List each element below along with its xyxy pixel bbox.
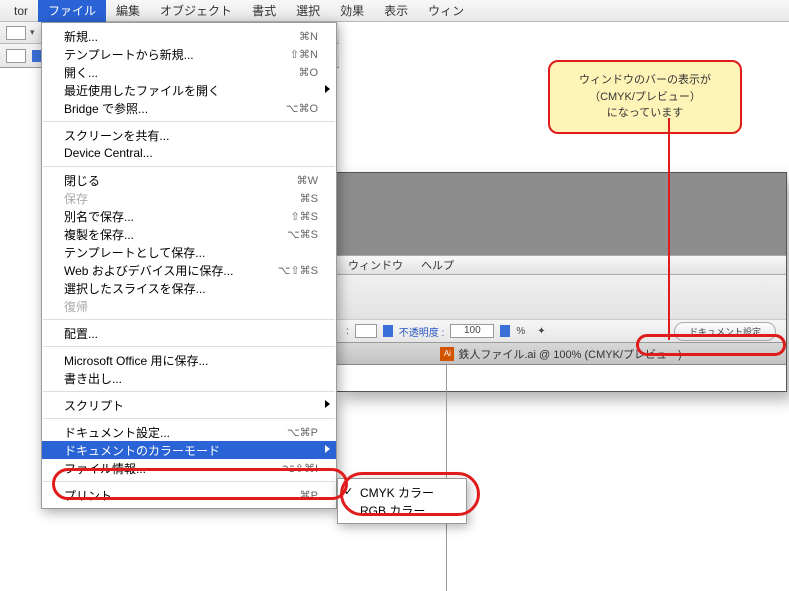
- menu-type[interactable]: 書式: [242, 0, 286, 22]
- opacity-input[interactable]: 100: [450, 324, 494, 338]
- checkmark-icon: ✓: [344, 485, 353, 498]
- chevron-right-icon: [325, 85, 330, 93]
- menu-item-new-from-template[interactable]: テンプレートから新規...⇧⌘N: [42, 45, 336, 63]
- menu-separator: [43, 481, 335, 482]
- menu-item-save-for-web[interactable]: Web およびデバイス用に保存...⌥⇧⌘S: [42, 261, 336, 279]
- callout-connector: [668, 118, 670, 340]
- canvas-area[interactable]: [336, 365, 786, 391]
- menu-item-browse-bridge[interactable]: Bridge で参照...⌥⌘O: [42, 99, 336, 117]
- fill-swatch[interactable]: [6, 49, 26, 63]
- menu-item-new[interactable]: 新規...⌘N: [42, 27, 336, 45]
- menu-item-scripts[interactable]: スクリプト: [42, 396, 336, 414]
- menu-separator: [43, 319, 335, 320]
- menu-item-save-for-office[interactable]: Microsoft Office 用に保存...: [42, 351, 336, 369]
- percent-label: %: [516, 326, 525, 337]
- doc-options-bar: : 不透明度 : 100 % ✦ ドキュメント設定: [336, 319, 786, 343]
- document-settings-button[interactable]: ドキュメント設定: [674, 322, 776, 341]
- submenu-item-rgb[interactable]: RGB カラー: [338, 501, 466, 519]
- menu-file[interactable]: ファイル: [38, 0, 106, 22]
- menu-item-save-copy[interactable]: 複製を保存...⌥⌘S: [42, 225, 336, 243]
- opacity-label[interactable]: 不透明度 :: [399, 324, 445, 339]
- menu-item-export[interactable]: 書き出し...: [42, 369, 336, 387]
- submenu-item-cmyk[interactable]: ✓ CMYK カラー: [338, 483, 466, 501]
- menu-item-open[interactable]: 開く...⌘O: [42, 63, 336, 81]
- menu-item-close[interactable]: 閉じる⌘W: [42, 171, 336, 189]
- menu-separator: [43, 346, 335, 347]
- doc-toolbar: [336, 275, 786, 323]
- menu-select[interactable]: 選択: [286, 0, 330, 22]
- menu-item-device-central[interactable]: Device Central...: [42, 144, 336, 162]
- menu-item-save-as-template[interactable]: テンプレートとして保存...: [42, 243, 336, 261]
- menu-window-fragment[interactable]: ウィン: [418, 0, 474, 22]
- document-tab-title[interactable]: 鉄人ファイル.ai @ 100% (CMYK/プレビュー): [458, 346, 681, 362]
- color-mode-submenu: ✓ CMYK カラー RGB カラー: [337, 478, 467, 524]
- opacity-stepper-icon[interactable]: [500, 325, 510, 337]
- menu-item-place[interactable]: 配置...: [42, 324, 336, 342]
- callout-line-1: ウィンドウのバーの表示が: [558, 72, 732, 89]
- chevron-down-icon[interactable]: ▾: [30, 27, 35, 38]
- menu-item-save-as[interactable]: 別名で保存...⇧⌘S: [42, 207, 336, 225]
- menu-effect[interactable]: 効果: [330, 0, 374, 22]
- menu-object[interactable]: オブジェクト: [150, 0, 242, 22]
- menu-item-open-recent[interactable]: 最近使用したファイルを開く: [42, 81, 336, 99]
- opacity-swatch[interactable]: [355, 324, 377, 338]
- menu-view[interactable]: 表示: [374, 0, 418, 22]
- chevron-right-icon: [325, 400, 330, 408]
- menu-item-save: 保存⌘S: [42, 189, 336, 207]
- menu-item-file-info[interactable]: ファイル情報...⌥⇧⌘I: [42, 459, 336, 477]
- document-tab-bar: Ai 鉄人ファイル.ai @ 100% (CMYK/プレビュー): [336, 343, 786, 365]
- menu-separator: [43, 166, 335, 167]
- menu-item-document-color-mode[interactable]: ドキュメントのカラーモード: [42, 441, 336, 459]
- menu-item-save-selected-slices[interactable]: 選択したスライスを保存...: [42, 279, 336, 297]
- menu-item-document-setup[interactable]: ドキュメント設定...⌥⌘P: [42, 423, 336, 441]
- menu-separator: [43, 391, 335, 392]
- opacity-dd-icon[interactable]: [383, 325, 393, 337]
- ai-file-icon: Ai: [440, 347, 454, 361]
- doc-menu-window[interactable]: ウィンドウ: [348, 257, 403, 273]
- app-name-fragment: tor: [4, 1, 38, 21]
- menu-separator: [43, 418, 335, 419]
- menu-item-print[interactable]: プリント...⌘P: [42, 486, 336, 504]
- callout-line-3: になっています: [558, 105, 732, 122]
- file-menu-dropdown: 新規...⌘N テンプレートから新規...⇧⌘N 開く...⌘O 最近使用したフ…: [41, 22, 337, 509]
- options-caret[interactable]: :: [346, 326, 349, 337]
- tool-icon[interactable]: [6, 26, 26, 40]
- document-window: ウィンドウ ヘルプ : 不透明度 : 100 % ✦ ドキュメント設定 Ai 鉄…: [335, 172, 787, 392]
- doc-menu-help[interactable]: ヘルプ: [421, 257, 454, 273]
- callout-line-2: （CMYK/プレビュー）: [558, 89, 732, 106]
- doc-menubar: ウィンドウ ヘルプ: [336, 255, 786, 275]
- menu-item-revert: 復帰: [42, 297, 336, 315]
- app-menubar: tor ファイル 編集 オブジェクト 書式 選択 効果 表示 ウィン: [0, 0, 789, 22]
- chevron-right-icon: [325, 445, 330, 453]
- menu-edit[interactable]: 編集: [106, 0, 150, 22]
- menu-separator: [43, 121, 335, 122]
- menu-item-share-screen[interactable]: スクリーンを共有...: [42, 126, 336, 144]
- annotation-callout: ウィンドウのバーの表示が （CMYK/プレビュー） になっています: [548, 60, 742, 134]
- wand-icon[interactable]: ✦: [537, 326, 545, 337]
